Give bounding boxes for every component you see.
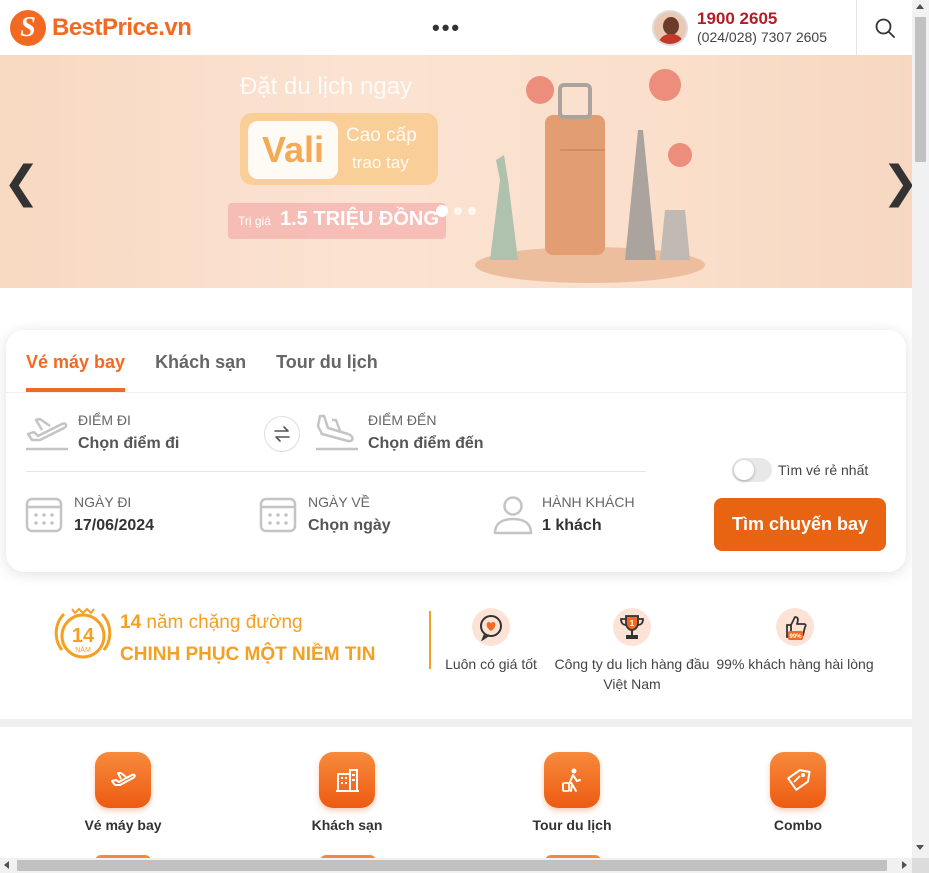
- horizontal-scroll-thumb[interactable]: [17, 860, 887, 871]
- search-button[interactable]: [856, 0, 912, 55]
- search-flights-button[interactable]: Tìm chuyến bay: [714, 498, 886, 551]
- thumbs-up-icon: 99%: [776, 608, 814, 646]
- vali-label: Vali: [248, 121, 338, 179]
- years-badge-icon: 14 NĂM: [54, 607, 112, 659]
- scroll-left-icon[interactable]: [4, 861, 9, 869]
- cheapest-fare-label: Tìm vé rẻ nhất: [778, 462, 869, 478]
- price-prefix: Trị giá: [238, 214, 271, 228]
- trust-title: 14 năm chặng đường: [120, 612, 303, 633]
- calendar-icon: [25, 497, 63, 533]
- carousel-dot[interactable]: [468, 207, 476, 215]
- services-grid: Vé máy bay Khách sạn Tour du lịch Combo: [0, 727, 912, 861]
- section-separator: [0, 719, 912, 727]
- service-label: Combo: [773, 817, 823, 833]
- passengers-field[interactable]: HÀNH KHÁCH 1 khách: [492, 494, 635, 536]
- support-hotline[interactable]: 1900 2605 (024/028) 7307 2605: [652, 9, 827, 46]
- destination-label: ĐIỂM ĐẾN: [368, 412, 437, 428]
- usp-text: Công ty du lịch hàng đầu Việt Nam: [554, 656, 710, 692]
- carousel-prev-button[interactable]: ❮: [3, 161, 40, 205]
- support-avatar: [652, 9, 688, 46]
- usp-best-price: Luôn có giá tốt: [411, 608, 571, 674]
- return-date-value[interactable]: Chọn ngày: [308, 516, 391, 536]
- usp-text: Luôn có giá tốt: [445, 656, 537, 672]
- traveler-icon: [544, 752, 600, 808]
- swap-icon: [274, 426, 290, 442]
- promo-banner[interactable]: Đặt du lịch ngay Vali Cao cấp trao tay T…: [0, 55, 912, 288]
- user-icon: [493, 496, 533, 535]
- carousel-dots: [436, 205, 476, 217]
- trophy-icon: 1: [613, 608, 651, 646]
- horizontal-scrollbar[interactable]: [0, 858, 912, 873]
- hotline-number[interactable]: 1900 2605: [697, 9, 827, 28]
- return-date-field[interactable]: NGÀY VỀ Chọn ngày: [258, 494, 391, 536]
- usp-customer-satisfaction: 99% 99% khách hàng hài lòng: [715, 608, 875, 674]
- toggle-switch[interactable]: [732, 458, 772, 482]
- plane-takeoff-icon: [26, 417, 68, 451]
- service-label: Tour du lịch: [532, 817, 612, 833]
- usp-text: 99% khách hàng hài lòng: [716, 656, 874, 672]
- swap-button[interactable]: [264, 416, 300, 452]
- depart-date-field[interactable]: NGÀY ĐI 17/06/2024: [24, 494, 154, 536]
- search-tabs: Vé máy bay Khách sạn Tour du lịch: [26, 330, 408, 392]
- hotel-icon: [319, 752, 375, 808]
- origin-label: ĐIỂM ĐI: [78, 412, 131, 428]
- scroll-down-icon[interactable]: [916, 845, 924, 850]
- carousel-dot[interactable]: [454, 207, 462, 215]
- usp-leading-company: 1 Công ty du lịch hàng đầu Việt Nam: [552, 608, 712, 694]
- fields-divider: [26, 471, 646, 472]
- service-flights[interactable]: Vé máy bay: [48, 752, 198, 833]
- svg-text:14: 14: [72, 625, 95, 647]
- tab-hotels[interactable]: Khách sạn: [155, 330, 246, 392]
- vali-subtitle-1: Cao cấp: [346, 125, 417, 146]
- tab-divider: [6, 392, 906, 393]
- passengers-label: HÀNH KHÁCH: [542, 494, 635, 510]
- tag-icon: [770, 752, 826, 808]
- vertical-scroll-thumb[interactable]: [915, 17, 926, 162]
- heart-chat-icon: [472, 608, 510, 646]
- vertical-scrollbar[interactable]: [912, 0, 929, 858]
- cheapest-fare-toggle[interactable]: Tìm vé rẻ nhất: [732, 458, 868, 482]
- depart-date-value[interactable]: 17/06/2024: [74, 516, 154, 536]
- price-value: 1.5 TRIỆU ĐỒNG: [280, 208, 439, 230]
- service-combo[interactable]: Combo: [723, 752, 873, 833]
- carousel-next-button[interactable]: ❯: [882, 161, 912, 205]
- plane-icon: [95, 752, 151, 808]
- suitcase-landmarks-illustration: [475, 69, 705, 283]
- calendar-icon: [259, 497, 297, 533]
- return-date-label: NGÀY VỀ: [308, 494, 370, 510]
- more-menu-button[interactable]: •••: [432, 17, 461, 39]
- logo-text: BestPrice.vn: [52, 14, 192, 41]
- tab-tours[interactable]: Tour du lịch: [276, 330, 378, 392]
- svg-text:NĂM: NĂM: [75, 645, 91, 654]
- vali-subtitle-2: trao tay: [352, 153, 409, 172]
- logo-mark-icon: S: [10, 10, 46, 46]
- flight-search-card: Vé máy bay Khách sạn Tour du lịch ĐIỂM Đ…: [6, 330, 906, 572]
- carousel-dot-active[interactable]: [436, 205, 448, 217]
- secondary-phone[interactable]: (024/028) 7307 2605: [697, 28, 827, 46]
- scroll-up-icon[interactable]: [916, 4, 924, 9]
- destination-field[interactable]: ĐIỂM ĐẾN Chọn điểm đến: [314, 412, 484, 454]
- depart-date-label: NGÀY ĐI: [74, 494, 132, 510]
- svg-text:99%: 99%: [789, 634, 802, 640]
- trust-subtitle: CHINH PHỤC MỘT NIỀM TIN: [120, 644, 376, 665]
- plane-landing-icon: [316, 414, 358, 451]
- search-icon: [875, 18, 895, 38]
- tab-flights[interactable]: Vé máy bay: [26, 330, 126, 392]
- site-header: S BestPrice.vn ••• 1900 2605 (024/028) 7…: [0, 0, 912, 55]
- banner-headline: Đặt du lịch ngay: [240, 73, 413, 100]
- logo[interactable]: S BestPrice.vn: [10, 10, 192, 46]
- destination-value[interactable]: Chọn điểm đến: [368, 434, 484, 454]
- scrollbar-corner: [912, 858, 929, 873]
- service-label: Khách sạn: [311, 817, 383, 833]
- scroll-right-icon[interactable]: [902, 861, 907, 869]
- passengers-value[interactable]: 1 khách: [542, 516, 635, 536]
- origin-value[interactable]: Chọn điểm đi: [78, 434, 179, 454]
- service-tours[interactable]: Tour du lịch: [497, 752, 647, 833]
- origin-field[interactable]: ĐIỂM ĐI Chọn điểm đi: [24, 412, 179, 454]
- service-label: Vé máy bay: [84, 817, 162, 833]
- service-hotels[interactable]: Khách sạn: [272, 752, 422, 833]
- svg-text:1: 1: [630, 619, 635, 628]
